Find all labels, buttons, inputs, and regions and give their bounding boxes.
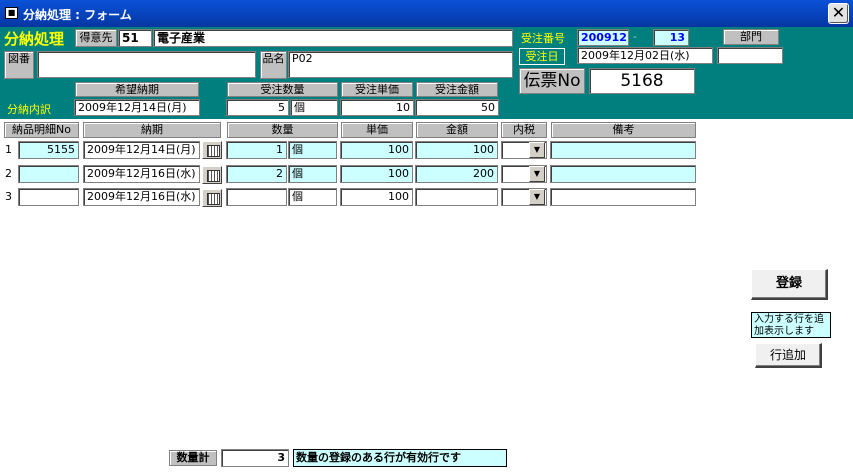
col-header-qty: 数量	[227, 122, 338, 138]
price-field[interactable]: 100	[340, 165, 413, 183]
order-no-label: 受注番号	[521, 32, 565, 45]
col-header-amount: 金額	[416, 122, 498, 138]
calendar-button[interactable]	[202, 141, 222, 159]
col-header-price: 単価	[341, 122, 413, 138]
row-index: 2	[5, 167, 12, 180]
detail-no-field[interactable]	[18, 188, 79, 206]
product-label: 品名	[260, 51, 287, 79]
add-row-hint: 入力する行を追加表示します	[751, 312, 831, 338]
qty-field[interactable]: 1	[226, 141, 287, 159]
order-price-label: 受注単価	[341, 82, 413, 97]
chevron-down-icon[interactable]: ▼	[529, 142, 545, 158]
order-sub-field[interactable]: 13	[653, 29, 689, 46]
form-title: 分納処理	[4, 30, 65, 48]
qty-note: 数量の登録のある行が有効行です	[293, 449, 507, 467]
order-qty-label: 受注数量	[227, 82, 338, 97]
calendar-icon	[207, 145, 220, 157]
drawing-label: 図番	[4, 51, 34, 79]
desired-date-field[interactable]: 2009年12月14日(月)	[74, 99, 200, 116]
amount-field[interactable]: 200	[415, 165, 498, 183]
customer-label: 得意先	[75, 29, 117, 47]
qty-total-label: 数量計	[169, 450, 217, 466]
order-unit-field[interactable]: 個	[290, 99, 338, 116]
amount-field[interactable]: 100	[415, 141, 498, 159]
order-date-field[interactable]: 2009年12月02日(水)	[577, 47, 713, 64]
qty-field[interactable]: 2	[226, 165, 287, 183]
order-qty-field[interactable]: 5	[226, 99, 289, 116]
col-header-detail-no: 納品明細No	[4, 122, 79, 138]
product-field[interactable]: P02	[288, 51, 513, 78]
split-detail-label: 分納内訳	[7, 103, 51, 116]
note-field[interactable]	[550, 141, 696, 159]
department-field[interactable]	[717, 47, 783, 64]
price-field[interactable]: 100	[340, 188, 413, 206]
price-field[interactable]: 100	[340, 141, 413, 159]
department-label: 部門	[723, 29, 779, 45]
register-button[interactable]: 登録	[751, 269, 828, 300]
order-date-label: 受注日	[519, 48, 565, 65]
qty-total-field[interactable]: 3	[221, 449, 289, 467]
window-title: 分納処理 : フォーム	[23, 8, 132, 22]
due-date-field[interactable]: 2009年12月16日(水)	[83, 165, 200, 183]
calendar-button[interactable]	[202, 189, 222, 207]
unit-field[interactable]: 個	[288, 165, 337, 183]
col-header-note: 備考	[551, 122, 696, 138]
detail-no-field[interactable]	[18, 165, 79, 183]
note-field[interactable]	[550, 165, 696, 183]
form-icon[interactable]: ■	[5, 7, 18, 19]
row-index: 1	[5, 143, 12, 156]
unit-field[interactable]: 個	[288, 141, 337, 159]
col-header-due-date: 納期	[83, 122, 221, 138]
order-amount-field[interactable]: 50	[415, 99, 499, 116]
order-amount-label: 受注金額	[416, 82, 498, 97]
order-no-field[interactable]: 200912	[577, 29, 629, 46]
slip-no-field[interactable]: 5168	[589, 68, 695, 94]
order-price-field[interactable]: 10	[340, 99, 414, 116]
calendar-icon	[207, 193, 220, 205]
calendar-icon	[207, 170, 220, 182]
note-field[interactable]	[550, 188, 696, 206]
due-date-field[interactable]: 2009年12月16日(水)	[83, 188, 200, 206]
customer-code-field[interactable]: 51	[118, 29, 152, 47]
due-date-field[interactable]: 2009年12月14日(月)	[83, 141, 200, 159]
add-row-button[interactable]: 行追加	[755, 343, 822, 368]
slip-no-label: 伝票No	[519, 68, 585, 94]
detail-no-field[interactable]: 5155	[18, 141, 79, 159]
order-no-dash: -	[633, 30, 637, 43]
col-header-tax: 内税	[501, 122, 547, 138]
unit-field[interactable]: 個	[288, 188, 337, 206]
close-button[interactable]: ✕	[828, 3, 849, 24]
chevron-down-icon[interactable]: ▼	[529, 166, 545, 182]
calendar-button[interactable]	[202, 166, 222, 184]
customer-name-field[interactable]: 電子産業	[153, 29, 513, 47]
desired-date-label: 希望納期	[75, 82, 199, 97]
amount-field[interactable]	[415, 188, 498, 206]
qty-field[interactable]	[226, 188, 287, 206]
drawing-field[interactable]	[37, 51, 256, 78]
row-index: 3	[5, 190, 12, 203]
chevron-down-icon[interactable]: ▼	[529, 189, 545, 205]
